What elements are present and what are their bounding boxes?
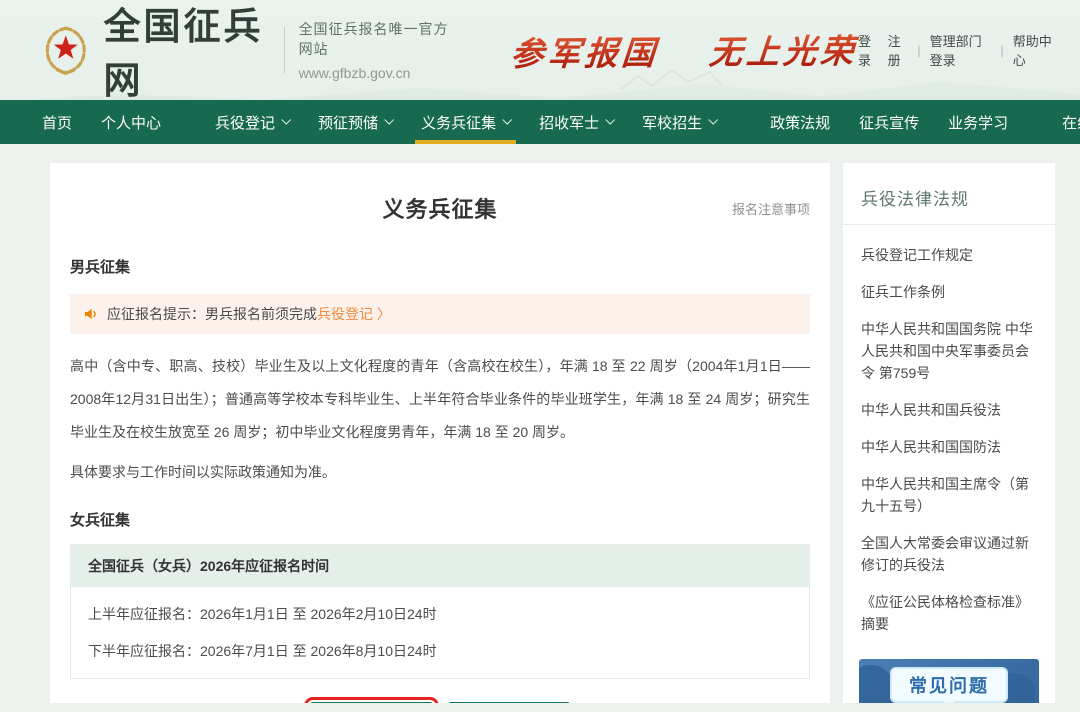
page-title: 义务兵征集	[70, 192, 810, 224]
register-link[interactable]: 注册	[888, 31, 909, 69]
title-row: 义务兵征集 报名注意事项	[70, 192, 810, 222]
nav-item-policy[interactable]: 政策法规	[768, 100, 832, 144]
nav-item-service-registration[interactable]: 兵役登记	[213, 100, 291, 144]
site-header: 全国征兵网 全国征兵报名唯一官方网站 www.gfbzb.gov.cn 参军报国…	[0, 0, 1080, 100]
page: 全国征兵网 全国征兵报名唯一官方网站 www.gfbzb.gov.cn 参军报国…	[0, 0, 1080, 712]
sidebar-law-list: 兵役登记工作规定 征兵工作条例 中华人民共和国国务院 中华人民共和国中央军事委员…	[857, 225, 1041, 635]
law-item-national-defense-law[interactable]: 中华人民共和国国防法	[861, 436, 1037, 458]
arrow-right-icon: 〉	[377, 306, 391, 322]
female-date-panel-title: 全国征兵（女兵）2026年应征报名时间	[71, 545, 809, 587]
content-area: 义务兵征集 报名注意事项 男兵征集 应征报名提示：男兵报名前须完成兵役登记 〉 …	[50, 163, 1055, 703]
slogan-part2: 无上光荣	[708, 34, 859, 71]
nav-item-conscription[interactable]: 义务兵征集	[419, 100, 512, 144]
first-half-date-row: 上半年应征报名：2026年1月1日 至 2026年2月10日24时	[71, 604, 809, 624]
policy-note: 具体要求与工作时间以实际政策通知为准。	[70, 462, 810, 482]
chevron-down-icon	[281, 115, 291, 125]
header-divider	[284, 27, 285, 73]
chevron-down-icon	[605, 115, 615, 125]
nav-item-military-academy[interactable]: 军校招生	[640, 100, 718, 144]
admin-login-link[interactable]: 管理部门登录	[930, 31, 992, 69]
male-notice-bar: 应征报名提示：男兵报名前须完成兵役登记 〉	[70, 294, 810, 334]
nav-item-sergeant-recruitment[interactable]: 招收军士	[537, 100, 615, 144]
signup-notes-link[interactable]: 报名注意事项	[732, 199, 810, 218]
nav-item-business-study[interactable]: 业务学习	[946, 100, 1010, 144]
male-section-heading: 男兵征集	[70, 256, 810, 277]
nav-item-publicity[interactable]: 征兵宣传	[857, 100, 921, 144]
law-item-physical-exam-standard[interactable]: 《应征公民体格检查标准》摘要	[861, 591, 1037, 635]
faq-bubble-label: 常见问题	[890, 667, 1008, 703]
male-tip-text: 应征报名提示：男兵报名前须完成兵役登记 〉	[107, 304, 391, 324]
second-half-apply-button[interactable]: 下半年应征	[447, 702, 571, 703]
subtitle-url: www.gfbzb.gov.cn	[299, 65, 450, 81]
main-nav: 首页 个人中心 兵役登记 预征预储 义务兵征集 招收军士 军校招生 政策法规 征…	[0, 100, 1080, 144]
help-center-link[interactable]: 帮助中心	[1013, 31, 1054, 69]
law-item-registration-rules[interactable]: 兵役登记工作规定	[861, 244, 1037, 266]
site-subtitle: 全国征兵报名唯一官方网站 www.gfbzb.gov.cn	[299, 19, 450, 81]
login-link[interactable]: 登录	[858, 31, 879, 69]
law-item-conscription-regulations[interactable]: 征兵工作条例	[861, 281, 1037, 303]
second-half-date-row: 下半年应征报名：2026年7月1日 至 2026年8月10日24时	[71, 641, 809, 661]
chevron-down-icon	[708, 115, 718, 125]
site-title: 全国征兵网	[104, 0, 270, 100]
female-date-panel: 全国征兵（女兵）2026年应征报名时间 上半年应征报名：2026年1月1日 至 …	[70, 544, 810, 679]
slogan-part1: 参军报国	[510, 36, 661, 73]
law-item-npc-revised-law[interactable]: 全国人大常委会审议通过新修订的兵役法	[861, 532, 1037, 576]
female-section-heading: 女兵征集	[70, 509, 810, 530]
male-requirements-paragraph: 高中（含中专、职高、技校）毕业生及以上文化程度的青年（含高校在校生），年满 18…	[70, 350, 810, 449]
speaker-icon	[83, 306, 99, 322]
nav-item-personal-center[interactable]: 个人中心	[99, 100, 163, 144]
female-date-panel-body: 上半年应征报名：2026年1月1日 至 2026年2月10日24时 下半年应征报…	[71, 604, 809, 678]
chevron-down-icon	[384, 115, 394, 125]
link-divider: |	[1000, 43, 1003, 58]
sidebar-laws: 兵役法律法规 兵役登记工作规定 征兵工作条例 中华人民共和国国务院 中华人民共和…	[843, 163, 1055, 703]
service-registration-link[interactable]: 兵役登记 〉	[317, 306, 391, 322]
subtitle-official: 全国征兵报名唯一官方网站	[299, 19, 450, 59]
law-item-military-service-law[interactable]: 中华人民共和国兵役法	[861, 399, 1037, 421]
nav-item-home[interactable]: 首页	[40, 100, 74, 144]
link-divider: |	[917, 43, 920, 58]
nav-item-pre-recruit-reserve[interactable]: 预征预储	[316, 100, 394, 144]
chevron-down-icon	[502, 115, 512, 125]
slogan-calligraphy: 参军报国 无上光荣	[509, 24, 860, 75]
first-half-apply-button[interactable]: 上半年应征	[309, 702, 433, 703]
main-card: 义务兵征集 报名注意事项 男兵征集 应征报名提示：男兵报名前须完成兵役登记 〉 …	[50, 163, 830, 703]
nav-item-online-consult[interactable]: 在线咨询	[1060, 100, 1080, 144]
sidebar-title: 兵役法律法规	[857, 181, 1041, 224]
apply-button-row: 上半年应征 下半年应征	[70, 702, 810, 703]
faq-banner[interactable]: 常见问题	[859, 659, 1039, 703]
law-item-presidential-order-95[interactable]: 中华人民共和国主席令（第九十五号）	[861, 473, 1037, 517]
header-links: 登录 注册 | 管理部门登录 | 帮助中心	[858, 31, 1054, 69]
law-item-order-759[interactable]: 中华人民共和国国务院 中华人民共和国中央军事委员会令 第759号	[861, 318, 1037, 384]
site-logo[interactable]: 全国征兵网	[40, 0, 270, 100]
emblem-icon	[40, 19, 92, 81]
